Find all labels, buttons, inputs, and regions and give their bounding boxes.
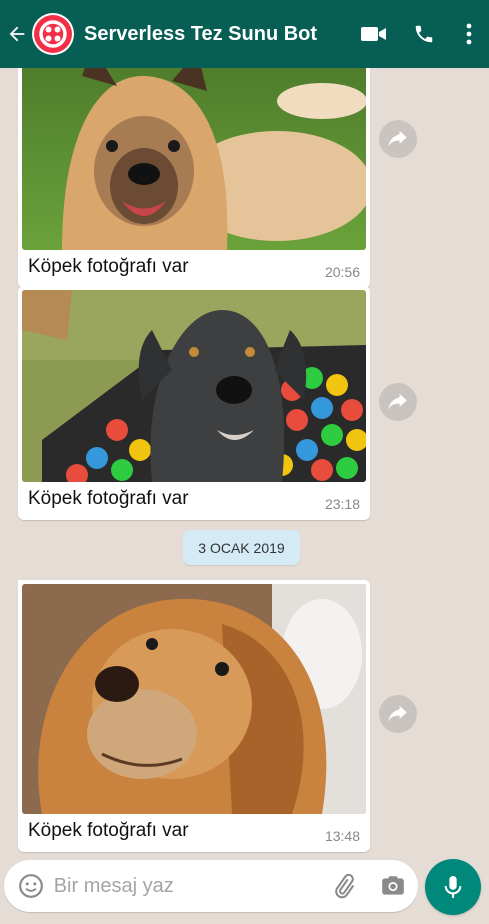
forward-icon[interactable] <box>379 120 417 158</box>
dog-photo[interactable] <box>22 68 366 250</box>
paperclip-icon[interactable] <box>319 860 369 912</box>
chat-header: Serverless Tez Sunu Bot <box>0 0 489 68</box>
image-message[interactable]: Köpek fotoğrafı var 23:18 <box>18 286 370 520</box>
image-message[interactable]: Köpek fotoğrafı var 20:56 <box>18 68 370 288</box>
chat-title[interactable]: Serverless Tez Sunu Bot <box>84 23 349 46</box>
microphone-icon[interactable] <box>425 859 481 915</box>
twilio-logo-icon[interactable] <box>32 13 74 55</box>
arrow-left-icon[interactable] <box>2 0 32 68</box>
date-separator: 3 OCAK 2019 <box>183 530 300 565</box>
more-vert-icon[interactable] <box>449 0 489 68</box>
message-list[interactable]: Köpek fotoğrafı var 20:56 Köpek fotoğraf… <box>0 68 489 856</box>
composer <box>4 860 418 912</box>
message-time: 20:56 <box>324 264 360 280</box>
message-time: 23:18 <box>324 496 360 512</box>
emoji-icon[interactable] <box>8 860 54 912</box>
dog-photo[interactable] <box>22 584 366 814</box>
video-camera-icon[interactable] <box>349 0 399 68</box>
message-caption: Köpek fotoğrafı var <box>28 256 189 277</box>
message-input[interactable] <box>53 874 319 898</box>
image-message[interactable]: Köpek fotoğrafı var 13:48 <box>18 580 370 852</box>
message-time: 13:48 <box>324 828 360 844</box>
composer-bar <box>0 856 489 924</box>
forward-icon[interactable] <box>379 695 417 733</box>
phone-icon[interactable] <box>399 0 449 68</box>
message-caption: Köpek fotoğrafı var <box>28 488 189 509</box>
dog-photo[interactable] <box>22 290 366 482</box>
forward-icon[interactable] <box>379 383 417 421</box>
message-caption: Köpek fotoğrafı var <box>28 820 189 841</box>
camera-icon[interactable] <box>368 860 418 912</box>
